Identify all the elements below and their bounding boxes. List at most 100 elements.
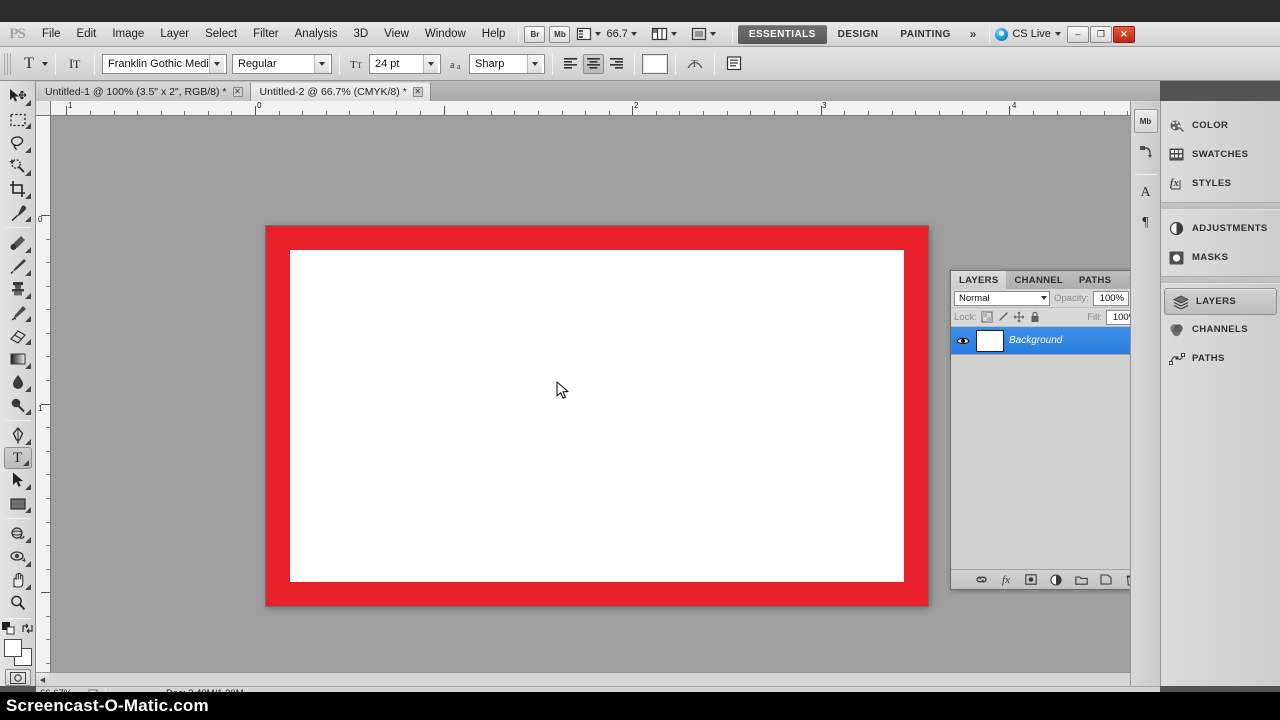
tool-eyedropper[interactable]	[3, 201, 33, 224]
text-color-swatch[interactable]	[642, 54, 668, 74]
launch-bridge-button[interactable]: Br	[524, 26, 545, 43]
layer-row-background[interactable]: Background	[951, 327, 1148, 355]
toggle-text-orientation-button[interactable]: I T	[63, 52, 87, 76]
font-style-select[interactable]: Regular	[232, 54, 332, 74]
workspace-painting[interactable]: PAINTING	[889, 25, 961, 44]
lock-image-pixels-icon[interactable]	[997, 311, 1009, 323]
link-layers-button[interactable]	[975, 573, 988, 586]
menu-window[interactable]: Window	[417, 24, 474, 44]
quick-mask-button[interactable]	[5, 669, 31, 686]
view-extras-button[interactable]	[574, 25, 603, 44]
new-group-button[interactable]	[1075, 573, 1088, 586]
ruler-corner[interactable]	[36, 101, 51, 116]
tool-path-selection[interactable]	[3, 469, 33, 492]
menu-filter[interactable]: Filter	[245, 24, 287, 44]
align-right-button[interactable]	[606, 54, 627, 74]
menu-view[interactable]: View	[376, 24, 417, 44]
lock-all-icon[interactable]	[1029, 311, 1041, 323]
tool-move[interactable]	[3, 85, 33, 108]
panel-tab-layers[interactable]: LAYERS	[951, 271, 1006, 289]
new-layer-button[interactable]	[1100, 573, 1113, 586]
tool-blur[interactable]	[3, 371, 33, 394]
tool-3d-orbit[interactable]	[3, 545, 33, 568]
menu-select[interactable]: Select	[197, 24, 245, 44]
dock-item-swatches[interactable]: SWATCHES	[1161, 140, 1280, 169]
screen-mode-button[interactable]	[689, 25, 718, 44]
tool-preset-caret-icon[interactable]	[42, 62, 48, 66]
tool-clone-stamp[interactable]	[3, 278, 33, 301]
scroll-left-arrow-icon[interactable]: ◀	[36, 673, 49, 686]
layer-thumbnail[interactable]	[976, 330, 1004, 352]
layer-visibility-eye-icon[interactable]	[955, 333, 971, 349]
menu-layer[interactable]: Layer	[152, 24, 197, 44]
tool-rectangular-marquee[interactable]	[3, 108, 33, 131]
layer-style-button[interactable]: fx	[1000, 573, 1013, 586]
cs-live-button[interactable]: CS Live	[995, 28, 1061, 41]
tool-hand[interactable]	[3, 569, 33, 592]
vertical-ruler[interactable]: 0 1	[36, 116, 51, 686]
tool-3d-rotate[interactable]	[3, 522, 33, 545]
dock-item-styles[interactable]: fx STYLES	[1161, 169, 1280, 198]
more-workspaces-button[interactable]: »	[962, 27, 985, 41]
tool-lasso[interactable]	[3, 131, 33, 154]
workspace-essentials[interactable]: ESSENTIALS	[738, 25, 827, 44]
close-button[interactable]: ✕	[1113, 26, 1135, 43]
tool-zoom[interactable]	[3, 592, 33, 615]
tool-crop[interactable]	[3, 178, 33, 201]
tool-type[interactable]: T	[4, 447, 32, 469]
menu-analysis[interactable]: Analysis	[287, 24, 346, 44]
minimize-button[interactable]: –	[1067, 26, 1089, 43]
adjustment-layer-button[interactable]	[1050, 573, 1063, 586]
tool-rectangle-shape[interactable]	[3, 492, 33, 515]
tool-spot-healing-brush[interactable]	[3, 231, 33, 254]
lock-position-icon[interactable]	[1013, 311, 1025, 323]
default-colors-icon[interactable]	[2, 622, 15, 635]
zoom-caret-icon[interactable]	[631, 32, 637, 36]
tool-gradient[interactable]	[3, 347, 33, 370]
dock-item-masks[interactable]: MASKS	[1161, 243, 1280, 272]
menu-image[interactable]: Image	[104, 24, 152, 44]
align-left-button[interactable]	[560, 54, 581, 74]
document-canvas[interactable]	[266, 226, 928, 606]
dock-item-layers[interactable]: LAYERS	[1164, 288, 1277, 315]
font-family-select[interactable]: Franklin Gothic Medium	[102, 54, 227, 74]
dock-item-channels[interactable]: CHANNELS	[1161, 315, 1280, 344]
zoom-level-display[interactable]: 66.7	[603, 28, 630, 40]
menu-3d[interactable]: 3D	[345, 24, 376, 44]
menu-file[interactable]: File	[34, 24, 69, 44]
tool-brush[interactable]	[3, 255, 33, 278]
tool-eraser[interactable]	[3, 324, 33, 347]
layer-name-label[interactable]: Background	[1009, 335, 1128, 346]
swap-colors-icon[interactable]	[21, 622, 34, 635]
toggle-panels-button[interactable]	[722, 56, 746, 71]
document-tab-2-close-icon[interactable]: ✕	[413, 87, 423, 97]
blend-mode-select[interactable]: Normal	[954, 291, 1050, 306]
layer-mask-button[interactable]	[1025, 573, 1038, 586]
launch-mini-bridge-button[interactable]: Mb	[549, 26, 570, 43]
document-tab-1-close-icon[interactable]: ✕	[233, 87, 243, 97]
tool-quick-selection[interactable]	[3, 155, 33, 178]
menu-edit[interactable]: Edit	[69, 24, 105, 44]
tool-pen[interactable]	[3, 424, 33, 447]
dock-item-adjustments[interactable]: ADJUSTMENTS	[1161, 214, 1280, 243]
opacity-input[interactable]: 100%	[1093, 291, 1129, 306]
menu-help[interactable]: Help	[474, 24, 514, 44]
tool-dodge[interactable]	[3, 394, 33, 417]
anti-alias-select[interactable]: Sharp	[469, 54, 545, 74]
mini-bridge-panel-button[interactable]: Mb	[1134, 109, 1158, 133]
dock-item-color[interactable]: COLOR	[1161, 111, 1280, 140]
horizontal-ruler[interactable]: 1 0 2 3 4	[36, 101, 1160, 116]
active-tool-icon[interactable]: T	[16, 52, 42, 76]
canvas-horizontal-scrollbar[interactable]: ◀ ▶	[36, 672, 1160, 686]
warp-text-button[interactable]: T	[683, 55, 707, 73]
dock-item-paths[interactable]: PATHS	[1161, 344, 1280, 373]
workspace-design[interactable]: DESIGN	[827, 25, 890, 44]
layers-list[interactable]: Background	[951, 327, 1148, 569]
character-panel-button[interactable]: A	[1134, 181, 1158, 205]
arrange-documents-button[interactable]	[649, 25, 679, 44]
panel-tab-channels[interactable]: CHANNEL	[1006, 271, 1071, 289]
restore-button[interactable]: ❐	[1090, 26, 1112, 43]
tool-history-brush[interactable]	[3, 301, 33, 324]
foreground-color-swatch[interactable]	[4, 639, 22, 657]
document-tab-untitled-2[interactable]: Untitled-2 @ 66.7% (CMYK/8) * ✕	[251, 82, 431, 101]
